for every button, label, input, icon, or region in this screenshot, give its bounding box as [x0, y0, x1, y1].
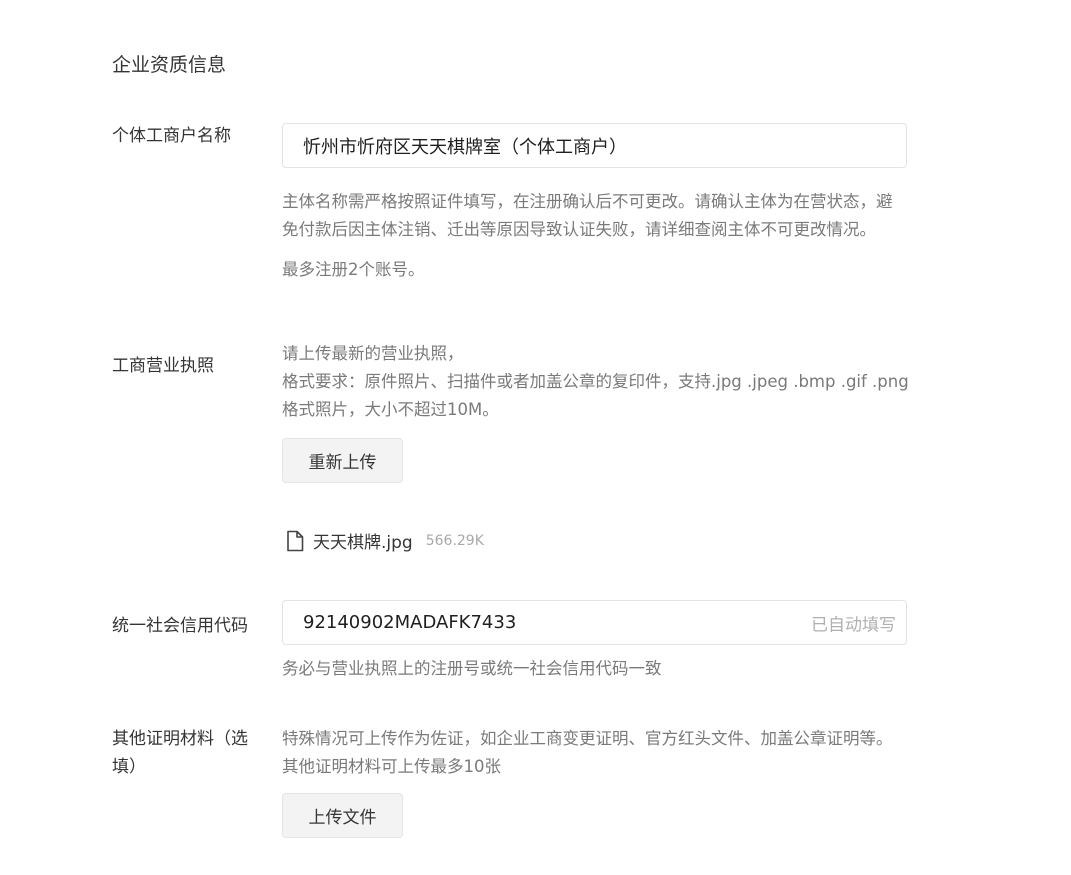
license-instructions-line2: 格式要求：原件照片、扫描件或者加盖公章的复印件，支持.jpg .jpeg .bm…: [282, 372, 909, 419]
credit-code-hint: 务必与营业执照上的注册号或统一社会信用代码一致: [282, 659, 662, 678]
credit-code-label: 统一社会信用代码: [112, 616, 248, 636]
auto-filled-indicator: 已自动填写: [811, 615, 896, 635]
file-size: 566.29K: [425, 532, 484, 549]
uploaded-file[interactable]: 天天棋牌.jpg 566.29K: [286, 528, 907, 553]
other-materials-group: 特殊情况可上传作为佐证，如企业工商变更证明、官方红头文件、加盖公章证明等。其他证…: [282, 725, 907, 838]
credit-code-group: 92140902MADAFK7433 已自动填写 务必与营业执照上的注册号或统一…: [282, 600, 907, 683]
upload-file-button[interactable]: 上传文件: [282, 793, 403, 838]
license-instructions-line1: 请上传最新的营业执照，: [282, 344, 464, 363]
account-limit-note: 最多注册2个账号。: [282, 260, 425, 279]
file-name: 天天棋牌.jpg: [313, 533, 413, 553]
business-name-value: 忻州市忻府区天天棋牌室（个体工商户）: [303, 136, 627, 158]
license-label: 工商营业执照: [112, 356, 214, 376]
business-name-label: 个体工商户名称: [112, 126, 231, 146]
qualification-form-page: 企业资质信息 个体工商户名称 忻州市忻府区天天棋牌室（个体工商户） 主体名称需严…: [0, 0, 1071, 875]
credit-code-value: 92140902MADAFK7433: [303, 612, 517, 633]
business-name-field[interactable]: 忻州市忻府区天天棋牌室（个体工商户）: [282, 123, 907, 168]
document-icon: [286, 530, 304, 552]
business-name-hint: 主体名称需严格按照证件填写，在注册确认后不可更改。请确认主体为在营状态，避免付款…: [282, 192, 893, 239]
business-name-group: 忻州市忻府区天天棋牌室（个体工商户） 主体名称需严格按照证件填写，在注册确认后不…: [282, 123, 907, 284]
reupload-button[interactable]: 重新上传: [282, 438, 403, 483]
other-materials-hint: 特殊情况可上传作为佐证，如企业工商变更证明、官方红头文件、加盖公章证明等。其他证…: [282, 729, 893, 776]
other-materials-label: 其他证明材料（选填）: [112, 729, 248, 777]
section-title: 企业资质信息: [112, 54, 227, 76]
credit-code-field[interactable]: 92140902MADAFK7433 已自动填写: [282, 600, 907, 645]
license-group: 请上传最新的营业执照， 格式要求：原件照片、扫描件或者加盖公章的复印件，支持.j…: [282, 340, 909, 553]
